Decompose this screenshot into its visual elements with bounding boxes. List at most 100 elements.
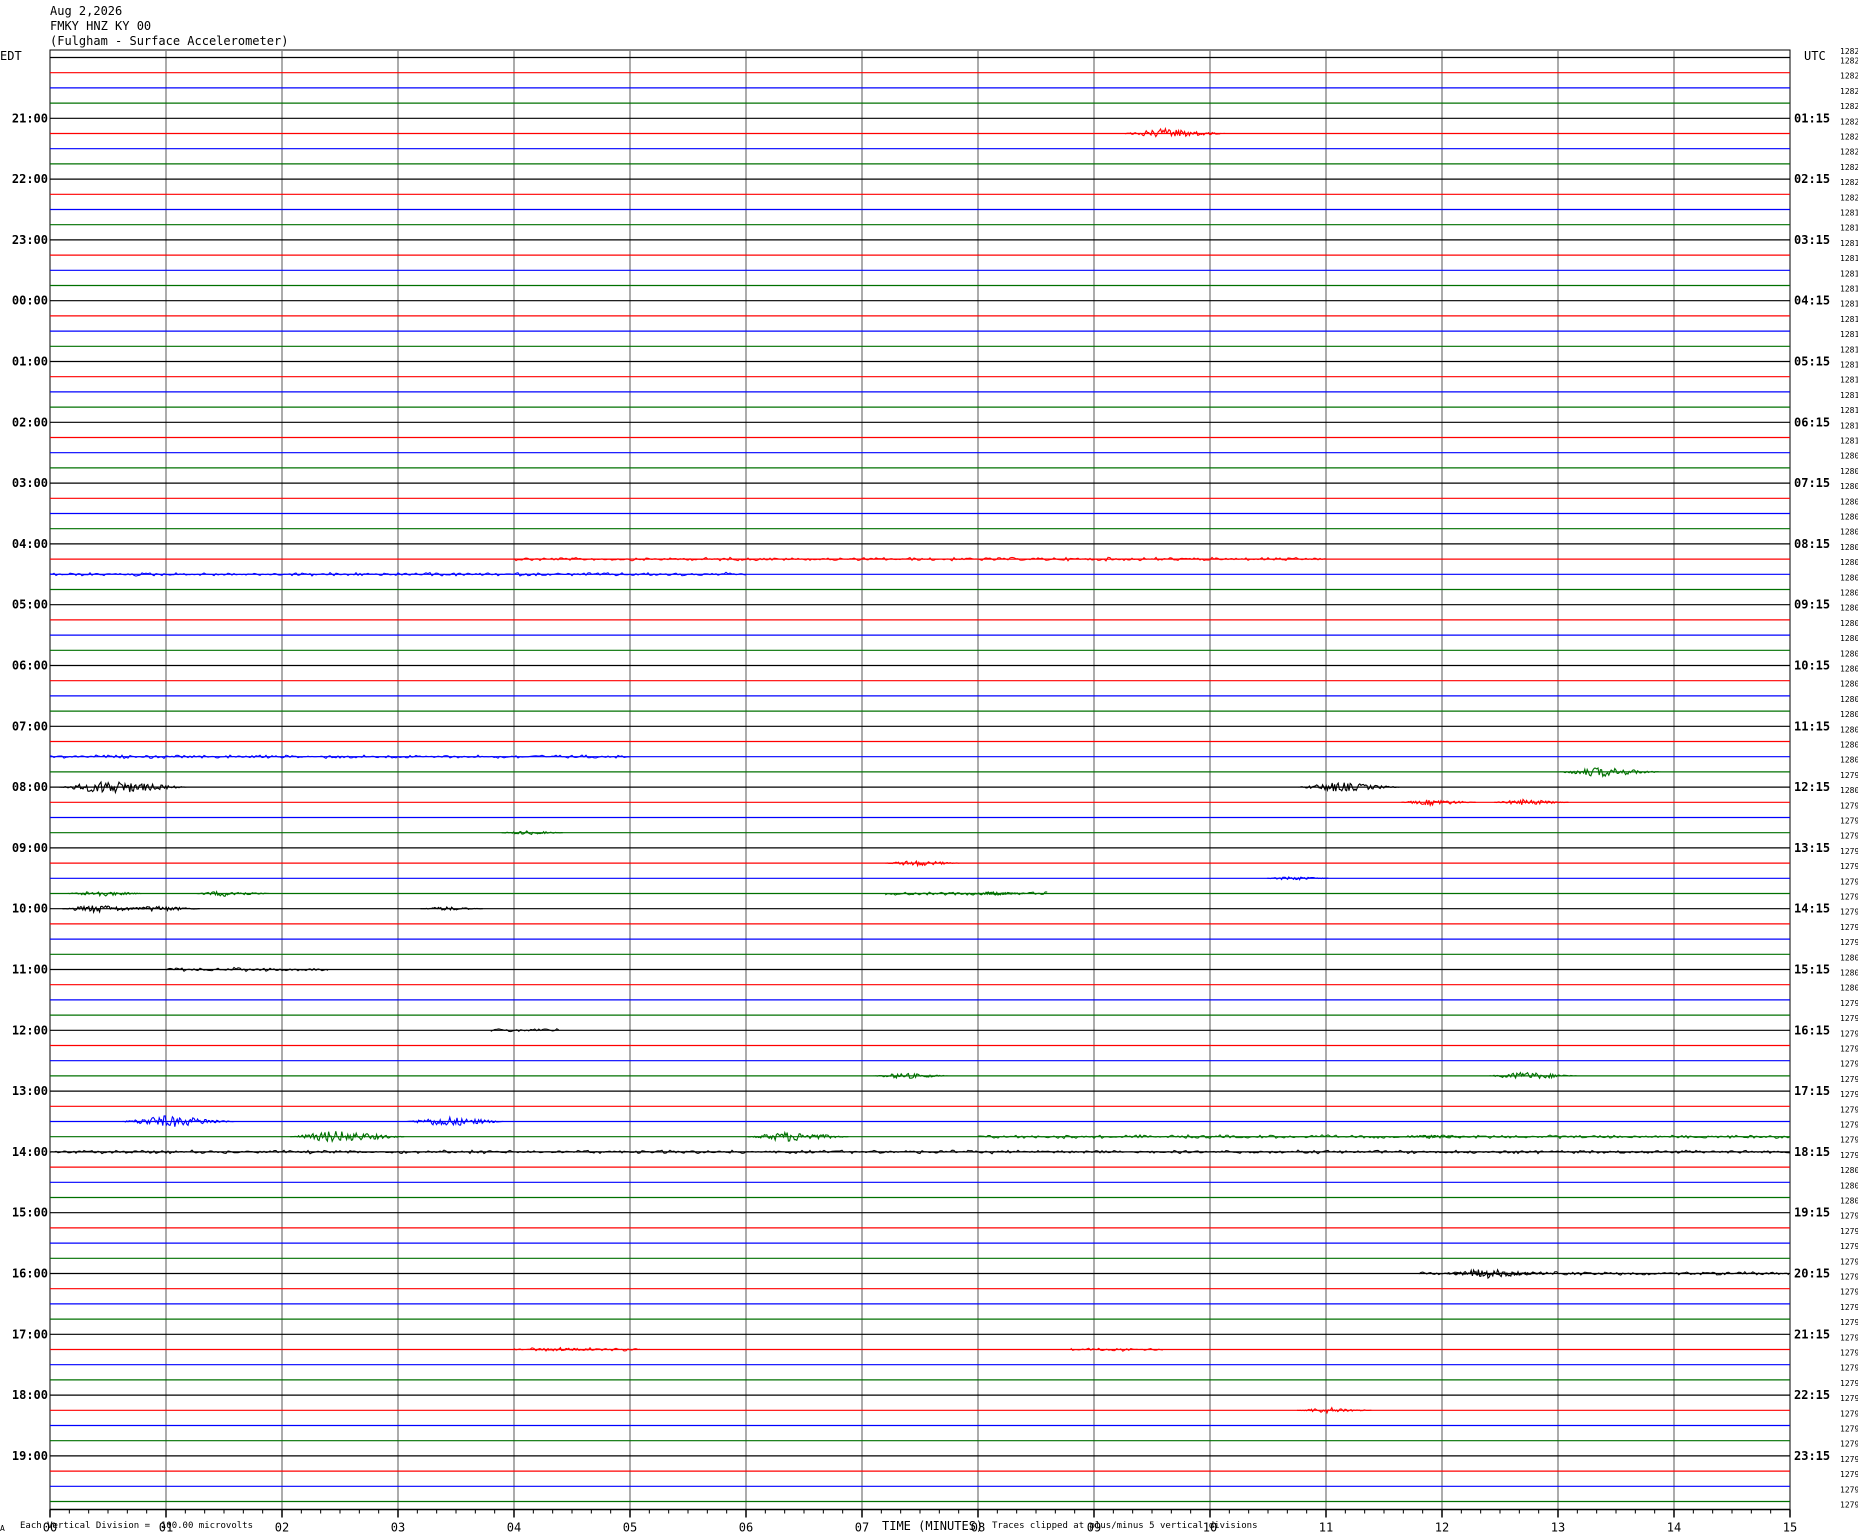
x-tick-label: 03 [391, 1521, 405, 1534]
trace-offset-labels: 12827 12827 12826 12825 12824 12823 12823 12822… [1840, 57, 1858, 1510]
trace-offset-label: 12822 [1840, 163, 1858, 172]
trace-offset-label: 12794 [1840, 1455, 1858, 1464]
trace-offset-label: 12809 [1840, 452, 1858, 461]
right-top-tag: 12827 [1840, 47, 1858, 56]
trace-offset-label: 12806 [1840, 558, 1858, 567]
trace-offset-label: 12805 [1840, 604, 1858, 613]
trace-offset-label: 12805 [1840, 573, 1858, 582]
corner-mark: A [0, 1524, 5, 1533]
right-hour-label: 12:15 [1794, 780, 1830, 794]
trace-offset-label: 12813 [1840, 345, 1858, 354]
trace-offset-label: 12797 [1840, 771, 1858, 780]
trace-offset-label: 12798 [1840, 1227, 1858, 1236]
trace-offset-label: 12810 [1840, 421, 1858, 430]
trace-offset-label: 12820 [1840, 193, 1858, 202]
trace-offset-label: 12798 [1840, 893, 1858, 902]
trace-offset-label: 12800 [1840, 984, 1858, 993]
plot-frame [49, 49, 1791, 1510]
trace-offset-label: 12795 [1840, 1425, 1858, 1434]
right-hour-labels: 01:15 02:15 03:15 04:15 05:15 06:15 07:15 08:15… [1794, 111, 1830, 1463]
right-hour-label: 17:15 [1794, 1084, 1830, 1098]
left-hour-label: 06:00 [12, 659, 48, 673]
trace-offset-label: 12797 [1840, 1288, 1858, 1297]
helicorder-plot: 21:00 22:00 23:00 00:00 01:00 02:00 03:00 04:00… [0, 47, 1858, 1534]
trace-offset-label: 12806 [1840, 543, 1858, 552]
left-hour-label: 01:00 [12, 355, 48, 369]
left-hour-label: 03:00 [12, 476, 48, 490]
trace-offset-label: 12801 [1840, 756, 1858, 765]
trace-offset-label: 12816 [1840, 269, 1858, 278]
trace-offset-label: 12824 [1840, 117, 1858, 126]
trace-offset-label: 12807 [1840, 528, 1858, 537]
trace-offset-label: 12808 [1840, 482, 1858, 491]
trace-offset-label: 12802 [1840, 695, 1858, 704]
x-tick-label: 05 [623, 1521, 637, 1534]
right-hour-label: 18:15 [1794, 1145, 1830, 1159]
trace-offset-label: 12804 [1840, 619, 1858, 628]
left-hour-label: 13:00 [12, 1084, 48, 1098]
left-zone-label: EDT [0, 49, 22, 63]
trace-offset-label: 12797 [1840, 1318, 1858, 1327]
trace-offset-label: 12792 [1840, 1485, 1858, 1494]
x-tick-label: 14 [1667, 1521, 1681, 1534]
trace-offset-label: 12802 [1840, 710, 1858, 719]
right-hour-label: 16:15 [1794, 1023, 1830, 1037]
left-hour-label: 04:00 [12, 537, 48, 551]
right-hour-label: 04:15 [1794, 294, 1830, 308]
x-tick-label: 06 [739, 1521, 753, 1534]
trace-offset-label: 12808 [1840, 497, 1858, 506]
trace-offset-label: 12796 [1840, 1409, 1858, 1418]
trace-offset-label: 12816 [1840, 285, 1858, 294]
trace-offset-label: 12798 [1840, 1349, 1858, 1358]
left-hour-label: 15:00 [12, 1206, 48, 1220]
right-hour-label: 03:15 [1794, 233, 1830, 247]
trace-offset-label: 12801 [1840, 725, 1858, 734]
trace-offset-label: 12799 [1840, 938, 1858, 947]
trace-offset-label: 12800 [1840, 1166, 1858, 1175]
left-hour-label: 23:00 [12, 233, 48, 247]
trace-offset-label: 12827 [1840, 72, 1858, 81]
left-hour-label: 09:00 [12, 841, 48, 855]
trace-offset-label: 12805 [1840, 589, 1858, 598]
trace-offset-label: 12799 [1840, 817, 1858, 826]
right-hour-label: 21:15 [1794, 1327, 1830, 1341]
trace-offset-label: 12799 [1840, 1105, 1858, 1114]
event-waveform [290, 1131, 405, 1144]
right-hour-label: 22:15 [1794, 1388, 1830, 1402]
left-hour-labels: 21:00 22:00 23:00 00:00 01:00 02:00 03:00 04:00… [12, 111, 48, 1463]
trace-offset-label: 12799 [1840, 1136, 1858, 1145]
left-hour-label: 12:00 [12, 1023, 48, 1037]
left-hour-label: 07:00 [12, 719, 48, 733]
trace-offset-label: 12800 [1840, 1181, 1858, 1190]
event-waveform [420, 905, 483, 911]
trace-offset-label: 12809 [1840, 467, 1858, 476]
event-waveform [1296, 1406, 1372, 1415]
trace-offset-label: 12827 [1840, 57, 1858, 66]
trace-offset-label: 12815 [1840, 300, 1858, 309]
trace-offset-label: 12792 [1840, 1501, 1858, 1510]
trace-offset-label: 12814 [1840, 330, 1858, 339]
left-hour-label: 08:00 [12, 780, 48, 794]
trace-offset-label: 12799 [1840, 999, 1858, 1008]
left-hour-label: 05:00 [12, 598, 48, 612]
trace-offset-label: 12811 [1840, 406, 1858, 415]
trace-offset-label: 12817 [1840, 239, 1858, 248]
x-tick-label: 15 [1783, 1521, 1797, 1534]
trace-offset-label: 12807 [1840, 513, 1858, 522]
x-tick-label: 11 [1319, 1521, 1333, 1534]
trace-offset-label: 12797 [1840, 1029, 1858, 1038]
scale-note: Each Vertical Division = 100.00 microvol… [20, 1521, 253, 1531]
right-hour-label: 15:15 [1794, 963, 1830, 977]
trace-offset-label: 12798 [1840, 862, 1858, 871]
trace-offset-label: 12825 [1840, 102, 1858, 111]
left-hour-label: 16:00 [12, 1267, 48, 1281]
trace-offset-label: 12797 [1840, 1045, 1858, 1054]
trace-offset-label: 12798 [1840, 877, 1858, 886]
left-hour-label: 02:00 [12, 415, 48, 429]
trace-offset-label: 12803 [1840, 649, 1858, 658]
trace-offset-label: 12797 [1840, 1242, 1858, 1251]
right-hour-label: 19:15 [1794, 1206, 1830, 1220]
right-zone-label: UTC [1804, 49, 1826, 63]
trace-offset-label: 12819 [1840, 209, 1858, 218]
trace-offset-label: 12812 [1840, 391, 1858, 400]
